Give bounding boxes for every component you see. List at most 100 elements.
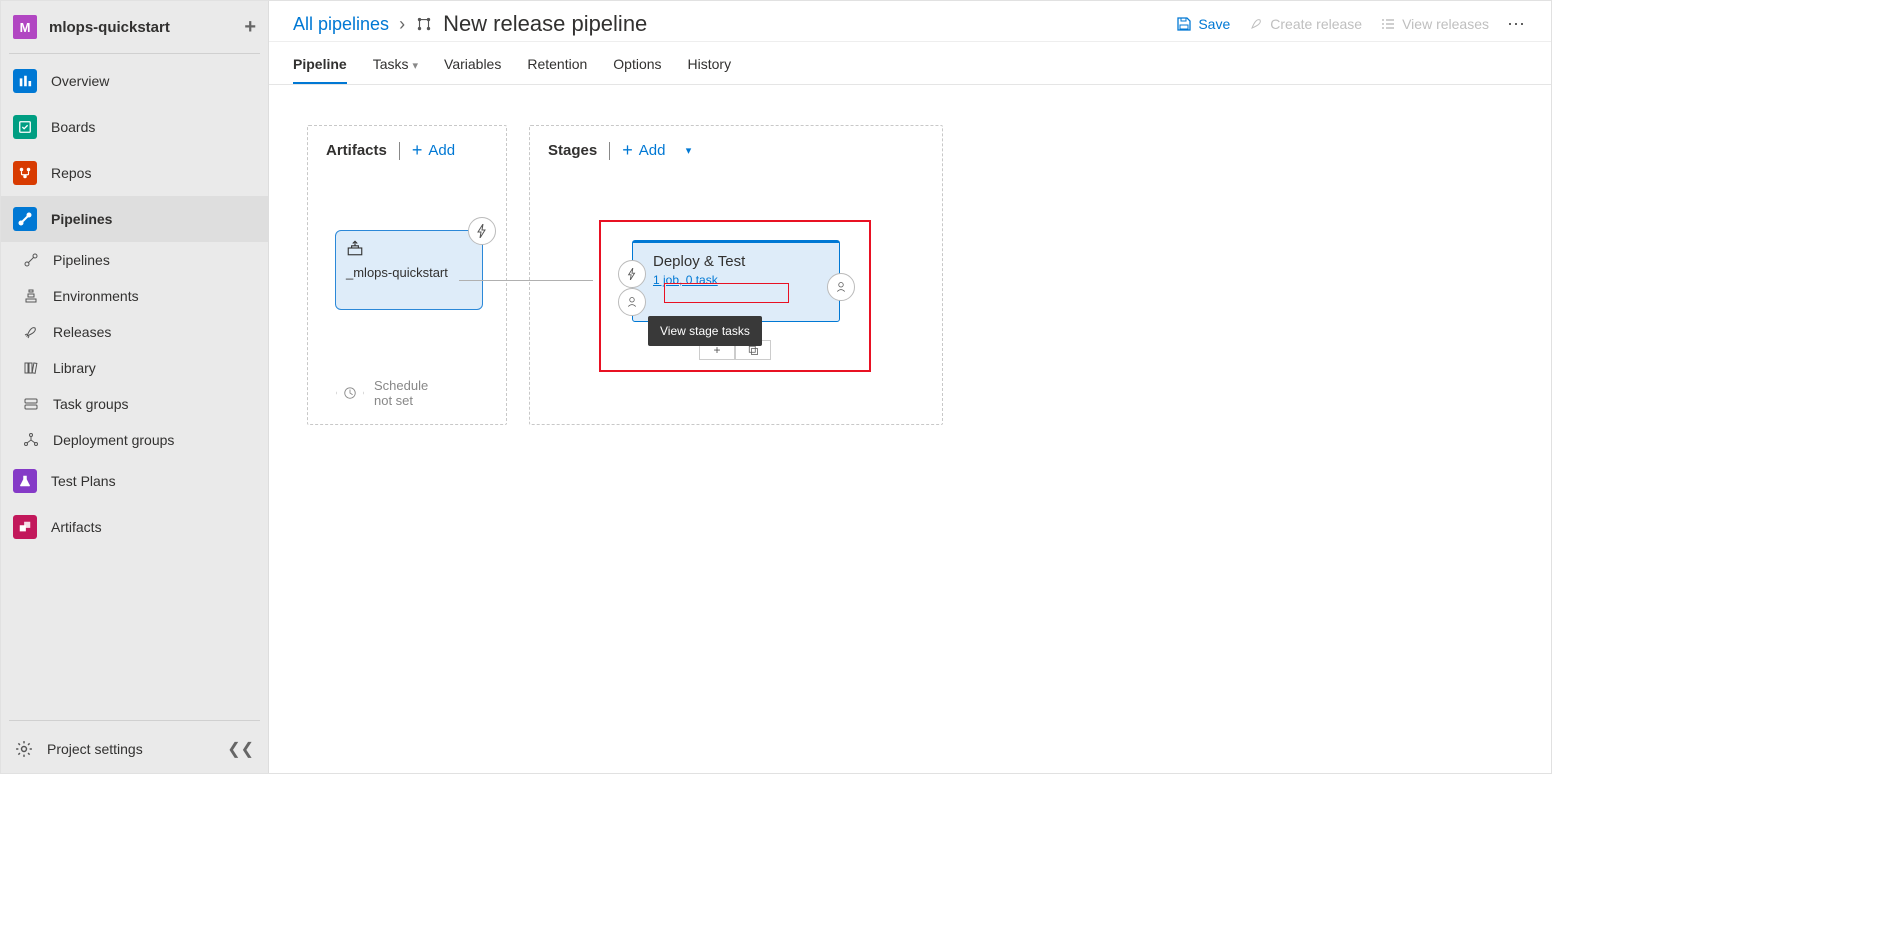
- stages-header: Stages + Add ▾: [530, 126, 942, 175]
- separator: [609, 142, 610, 160]
- save-button[interactable]: Save: [1176, 16, 1230, 32]
- collapse-icon[interactable]: ❮❮: [227, 739, 254, 759]
- artifact-card[interactable]: _mlops-quickstart: [335, 230, 483, 310]
- artifact-name: _mlops-quickstart: [346, 265, 474, 280]
- topbar: All pipelines › New release pipeline Sav…: [269, 1, 1551, 42]
- boards-icon: [13, 115, 37, 139]
- sidebar-sub-releases[interactable]: Releases: [1, 314, 268, 350]
- stages-title: Stages: [548, 142, 597, 159]
- chevron-right-icon: ›: [399, 14, 405, 35]
- deploygroups-icon: [21, 432, 41, 448]
- sidebar-sub-deploygroups[interactable]: Deployment groups: [1, 422, 268, 458]
- tab-options[interactable]: Options: [613, 50, 661, 84]
- tab-variables[interactable]: Variables: [444, 50, 501, 84]
- sidebar-item-testplans[interactable]: Test Plans: [1, 458, 268, 504]
- releases-icon: [21, 324, 41, 340]
- clock-icon: [336, 379, 364, 407]
- save-icon: [1176, 16, 1192, 32]
- plus-icon: +: [412, 140, 423, 161]
- pipelines-sub-icon: [21, 252, 41, 268]
- sidebar-sub-environments[interactable]: Environments: [1, 278, 268, 314]
- project-settings[interactable]: Project settings ❮❮: [1, 725, 268, 773]
- add-label: Add: [428, 142, 455, 159]
- tab-label: Tasks: [373, 56, 409, 72]
- plus-icon: +: [622, 140, 633, 161]
- add-label: Add: [639, 142, 666, 159]
- environments-icon: [21, 288, 41, 304]
- tab-pipeline[interactable]: Pipeline: [293, 50, 347, 84]
- pre-trigger-icon[interactable]: [618, 260, 646, 288]
- view-releases-button[interactable]: View releases: [1380, 16, 1489, 32]
- sidebar-item-overview[interactable]: Overview: [1, 58, 268, 104]
- sidebar-item-pipelines[interactable]: Pipelines: [1, 196, 268, 242]
- gear-icon: [15, 740, 33, 758]
- canvas: Artifacts +Add Schedule not set: [269, 85, 1551, 165]
- tab-tasks[interactable]: Tasks▾: [373, 50, 418, 84]
- project-header[interactable]: M mlops-quickstart +: [1, 1, 268, 53]
- settings-label: Project settings: [47, 741, 143, 757]
- sidebar-sub-label: Environments: [53, 288, 139, 304]
- list-icon: [1380, 16, 1396, 32]
- create-label: Create release: [1270, 16, 1362, 32]
- tab-history[interactable]: History: [688, 50, 732, 84]
- sidebar-item-repos[interactable]: Repos: [1, 150, 268, 196]
- sidebar: M mlops-quickstart + Overview Boards Rep…: [1, 1, 269, 773]
- add-stage-button[interactable]: + Add ▾: [622, 140, 691, 161]
- schedule-line1: Schedule: [374, 378, 428, 393]
- tabs: Pipeline Tasks▾ Variables Retention Opti…: [269, 42, 1551, 85]
- sidebar-sub-label: Pipelines: [53, 252, 110, 268]
- stage-card[interactable]: Deploy & Test 1 job, 0 task: [632, 240, 840, 322]
- more-menu-icon[interactable]: ⋯: [1507, 14, 1527, 35]
- stage-tasks-link[interactable]: 1 job, 0 task: [653, 273, 718, 287]
- pre-approval-icon[interactable]: [618, 288, 646, 316]
- sidebar-sub-pipelines[interactable]: Pipelines: [1, 242, 268, 278]
- post-approval-icon[interactable]: [827, 273, 855, 301]
- connector-line: [459, 280, 593, 281]
- sidebar-item-artifacts[interactable]: Artifacts: [1, 504, 268, 550]
- chevron-down-icon: ▾: [412, 60, 418, 72]
- pipeline-icon: [415, 15, 433, 33]
- sidebar-sub-label: Releases: [53, 324, 111, 340]
- library-icon: [21, 360, 41, 376]
- sidebar-label: Overview: [51, 73, 109, 89]
- sidebar-item-boards[interactable]: Boards: [1, 104, 268, 150]
- top-actions: Save Create release View releases ⋯: [1176, 14, 1527, 35]
- tab-retention[interactable]: Retention: [527, 50, 587, 84]
- separator: [399, 142, 400, 160]
- create-release-button[interactable]: Create release: [1248, 16, 1362, 32]
- breadcrumb: All pipelines › New release pipeline: [293, 11, 647, 37]
- trigger-icon[interactable]: [468, 217, 496, 245]
- artifacts-title: Artifacts: [326, 142, 387, 159]
- build-icon: [346, 239, 364, 257]
- schedule-line2: not set: [374, 393, 428, 408]
- tooltip: View stage tasks: [648, 316, 762, 346]
- main: All pipelines › New release pipeline Sav…: [269, 1, 1551, 773]
- add-artifact-button[interactable]: + Add: [412, 140, 455, 161]
- save-label: Save: [1198, 16, 1230, 32]
- schedule-status[interactable]: Schedule not set: [336, 378, 428, 408]
- project-icon: M: [13, 15, 37, 39]
- sidebar-sub-taskgroups[interactable]: Task groups: [1, 386, 268, 422]
- sidebar-sub-label: Deployment groups: [53, 432, 174, 448]
- breadcrumb-root[interactable]: All pipelines: [293, 14, 389, 35]
- sidebar-label: Artifacts: [51, 519, 102, 535]
- sidebar-label: Boards: [51, 119, 95, 135]
- sidebar-label: Test Plans: [51, 473, 116, 489]
- chevron-down-icon: ▾: [686, 144, 692, 157]
- sidebar-sub-library[interactable]: Library: [1, 350, 268, 386]
- sidebar-label: Pipelines: [51, 211, 112, 227]
- pipelines-icon: [13, 207, 37, 231]
- stage-name: Deploy & Test: [653, 253, 825, 270]
- taskgroups-icon: [21, 396, 41, 412]
- rocket-icon: [1248, 16, 1264, 32]
- overview-icon: [13, 69, 37, 93]
- sidebar-sub-label: Task groups: [53, 396, 128, 412]
- view-label: View releases: [1402, 16, 1489, 32]
- sidebar-sub-label: Library: [53, 360, 96, 376]
- divider: [9, 720, 260, 721]
- sidebar-label: Repos: [51, 165, 91, 181]
- artifacts-icon: [13, 515, 37, 539]
- project-name: mlops-quickstart: [49, 19, 170, 36]
- add-project-icon[interactable]: +: [244, 16, 256, 39]
- page-title[interactable]: New release pipeline: [443, 11, 647, 37]
